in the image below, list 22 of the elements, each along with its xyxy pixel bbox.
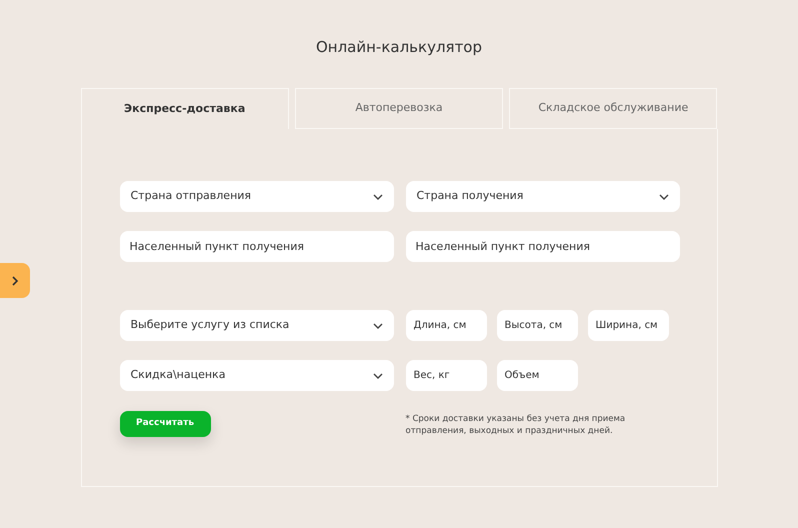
sidebar-toggle[interactable] [0,263,30,298]
input-field[interactable]: Населенный пункт получения [406,231,680,262]
dropdown[interactable]: Страна получения [406,181,680,212]
chevron-down-icon [372,322,382,328]
input-field[interactable]: Населенный пункт получения [120,231,394,262]
delivery-note: * Сроки доставки указаны без учета дня приема отправления, выходных и праздничных дней. [406,413,626,437]
input-field[interactable]: Длина, см [406,310,486,341]
input-field[interactable]: Объем [496,360,578,391]
chevron-down-icon [658,194,668,200]
input-field[interactable]: Вес, кг [406,360,486,391]
tab[interactable]: Экспресс-доставка [80,88,289,129]
dropdown[interactable]: Выберите услугу из списка [120,310,394,341]
tab[interactable]: Автоперевозка [294,88,504,129]
chevron-down-icon [372,372,382,378]
chevron-right-icon [11,276,19,286]
dropdown[interactable]: Скидка\наценка [120,360,394,391]
page-title: Онлайн-калькулятор [316,37,482,58]
input-field[interactable]: Ширина, см [588,310,668,341]
input-field[interactable]: Высота, см [496,310,578,341]
chevron-down-icon [372,194,382,200]
dropdown[interactable]: Страна отправления [120,181,394,212]
tab[interactable]: Складское обслуживание [509,88,718,129]
